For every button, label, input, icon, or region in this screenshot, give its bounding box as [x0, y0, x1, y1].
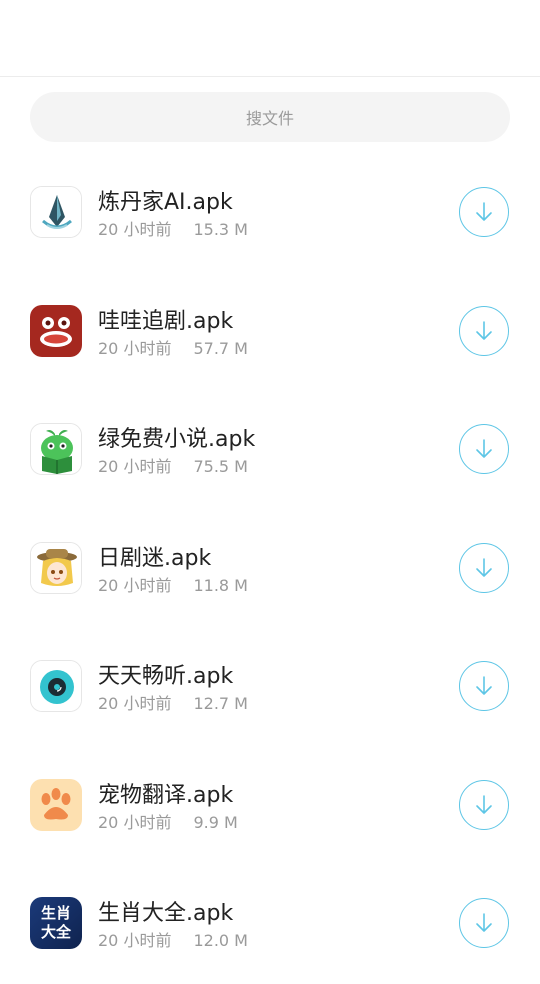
download-arrow-icon — [476, 676, 492, 695]
download-button[interactable] — [459, 187, 509, 237]
download-arrow-icon — [476, 439, 492, 458]
file-time: 20 小时前 — [98, 812, 172, 832]
file-list: 炼丹家AI.apk 20 小时前 15.3 M 哇哇追剧.apk 20 小时前 57… — [0, 154, 540, 984]
file-name: 绿免费小说.apk — [98, 427, 256, 452]
file-size: 57.7 M — [193, 338, 248, 358]
download-arrow-icon — [476, 320, 492, 340]
download-arrow-icon — [476, 913, 492, 932]
download-arrow-icon — [476, 557, 492, 577]
file-time: 20 小时前 — [98, 220, 172, 239]
list-item[interactable]: 宠物翻译.apk 20 小时前 9.9 M — [0, 747, 540, 866]
download-button[interactable] — [459, 542, 509, 593]
file-time: 20 小时前 — [98, 575, 172, 595]
file-size: 15.3 M — [193, 220, 248, 239]
list-item[interactable]: 绿免费小说.apk 20 小时前 75.5 M — [0, 391, 540, 510]
file-size: 12.7 M — [193, 694, 248, 713]
file-time: 20 小时前 — [98, 931, 172, 950]
file-size: 12.0 M — [193, 931, 248, 950]
download-arrow-icon — [476, 202, 492, 221]
top-bar — [0, 0, 540, 77]
vinyl-audio-app-icon — [30, 660, 82, 712]
file-time: 20 小时前 — [98, 694, 172, 713]
file-meta: 20 小时前 57.7 M — [98, 335, 248, 359]
icon-text-line: 大全 — [40, 923, 71, 941]
file-size: 75.5 M — [193, 457, 248, 476]
download-arrow-icon — [476, 794, 492, 814]
search-input[interactable]: 搜文件 — [30, 92, 510, 142]
list-item[interactable]: 炼丹家AI.apk 20 小时前 15.3 M — [0, 154, 540, 273]
file-time: 20 小时前 — [98, 338, 172, 358]
file-name: 宠物翻译.apk — [98, 782, 234, 808]
download-button[interactable] — [459, 779, 509, 830]
list-item[interactable]: 天天畅听.apk 20 小时前 12.7 M — [0, 628, 540, 747]
file-name: 日剧迷.apk — [98, 545, 212, 571]
file-name: 生肖大全.apk — [98, 901, 234, 926]
anime-girl-app-icon — [30, 541, 82, 594]
search-placeholder: 搜文件 — [245, 109, 294, 128]
download-button[interactable] — [459, 898, 509, 948]
file-meta: 20 小时前 11.8 M — [98, 572, 248, 596]
crystal-ai-app-icon — [30, 186, 82, 238]
file-name: 天天畅听.apk — [98, 664, 234, 689]
file-time: 20 小时前 — [98, 457, 172, 476]
download-button[interactable] — [459, 305, 509, 356]
list-item[interactable]: 日剧迷.apk 20 小时前 11.8 M — [0, 510, 540, 629]
file-size: 9.9 M — [193, 812, 238, 832]
file-meta: 20 小时前 12.7 M — [98, 690, 248, 714]
list-item[interactable]: 哇哇追剧.apk 20 小时前 57.7 M — [0, 273, 540, 392]
list-item[interactable]: 生肖 大全 生肖大全.apk 20 小时前 12.0 M — [0, 865, 540, 984]
green-novel-app-icon — [30, 423, 82, 475]
file-meta: 20 小时前 15.3 M — [98, 216, 248, 240]
icon-text-line: 生肖 — [40, 904, 71, 922]
download-button[interactable] — [459, 424, 509, 474]
wawa-drama-app-icon — [30, 304, 82, 357]
file-meta: 20 小时前 9.9 M — [98, 809, 238, 833]
file-name: 哇哇追剧.apk — [98, 308, 234, 334]
download-button[interactable] — [459, 661, 509, 711]
file-meta: 20 小时前 12.0 M — [98, 927, 248, 951]
file-size: 11.8 M — [193, 575, 248, 595]
file-meta: 20 小时前 75.5 M — [98, 453, 248, 477]
paw-app-icon — [30, 778, 82, 831]
zodiac-app-icon: 生肖 大全 — [30, 897, 82, 949]
file-name: 炼丹家AI.apk — [98, 190, 233, 215]
